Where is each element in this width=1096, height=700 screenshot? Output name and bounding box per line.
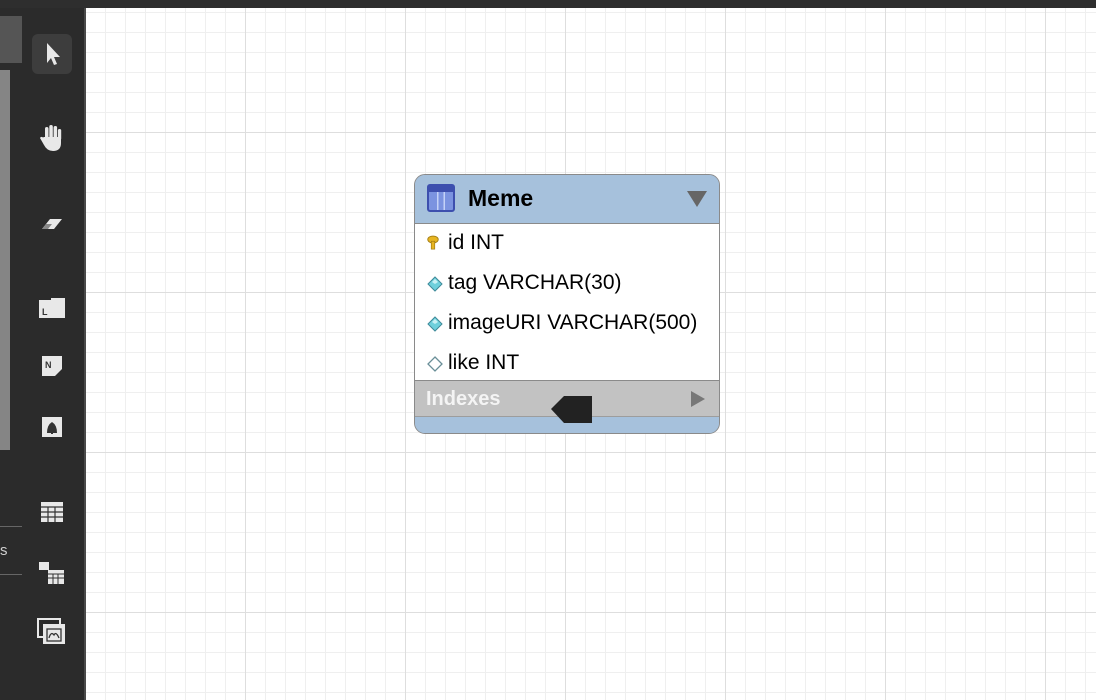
- note-tool-button[interactable]: N: [32, 346, 72, 386]
- svg-text:L: L: [42, 307, 48, 317]
- indexes-label: Indexes: [426, 388, 501, 410]
- image-tool-icon: [42, 417, 62, 437]
- svg-text:N: N: [45, 360, 52, 370]
- eraser-tool-icon: [42, 219, 62, 229]
- expand-arrow-icon[interactable]: [691, 391, 705, 407]
- image-tool-button[interactable]: [32, 407, 72, 447]
- drag-cursor-icon: [551, 396, 592, 423]
- left-panel-divider: [0, 526, 22, 527]
- left-panel-divider: [0, 574, 22, 575]
- left-panel-tab[interactable]: [0, 16, 22, 63]
- pointer-tool-icon: [47, 43, 60, 65]
- left-side-panel: s: [0, 8, 22, 700]
- column-label: imageURI VARCHAR(500): [448, 311, 698, 334]
- note-tool-icon: N: [42, 356, 62, 376]
- eraser-tool-button[interactable]: [32, 203, 72, 243]
- view-tool-icon: [39, 562, 64, 584]
- collapse-arrow-icon[interactable]: [687, 191, 707, 207]
- column-label: like INT: [448, 351, 520, 374]
- primary-key-icon: [427, 235, 439, 250]
- layer-tool-icon: L: [39, 298, 65, 318]
- left-panel-scrollbar[interactable]: [0, 70, 10, 450]
- tool-palette: L N: [22, 8, 84, 700]
- view-tool-button[interactable]: [32, 553, 72, 593]
- table-icon: [427, 184, 455, 212]
- column-list: id INT tag VARCHAR(30) imageURI VARCHAR(…: [415, 223, 719, 381]
- column-row[interactable]: tag VARCHAR(30): [415, 264, 719, 304]
- routine-group-tool-icon: [37, 618, 65, 644]
- column-filled-diamond-icon: [427, 276, 443, 292]
- entity-title: Meme: [468, 185, 534, 211]
- entity-header[interactable]: Meme: [415, 175, 719, 223]
- hand-tool-icon: [40, 125, 62, 151]
- hand-tool-button[interactable]: [32, 118, 72, 158]
- left-panel-text-fragment: s: [0, 542, 8, 559]
- column-empty-diamond-icon: [427, 356, 443, 372]
- column-label: tag VARCHAR(30): [448, 271, 622, 294]
- routine-group-tool-button[interactable]: [32, 612, 72, 652]
- table-tool-button[interactable]: [32, 492, 72, 532]
- column-row[interactable]: imageURI VARCHAR(500): [415, 304, 719, 344]
- top-bar: [0, 0, 1096, 8]
- column-filled-diamond-icon: [427, 316, 443, 332]
- layer-tool-button[interactable]: L: [32, 288, 72, 328]
- column-row[interactable]: id INT: [415, 224, 719, 264]
- column-row[interactable]: like INT: [415, 344, 719, 384]
- column-label: id INT: [448, 231, 505, 254]
- table-tool-icon: [41, 502, 63, 522]
- pointer-tool-button[interactable]: [32, 34, 72, 74]
